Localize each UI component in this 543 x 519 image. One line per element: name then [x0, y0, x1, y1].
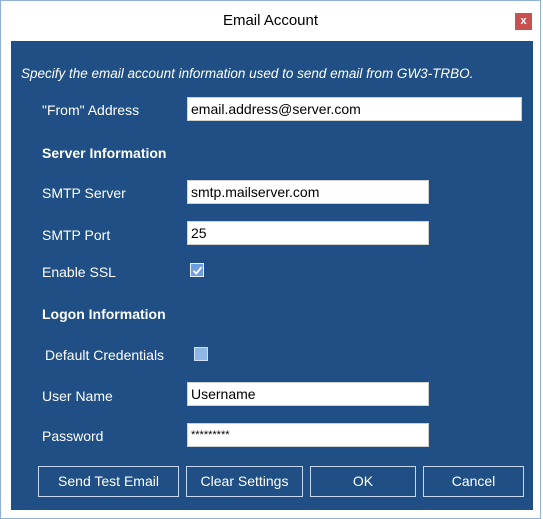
title-bar[interactable]: Email Account x: [1, 1, 540, 38]
logon-information-heading: Logon Information: [42, 306, 166, 322]
checkmark-icon: [192, 266, 203, 275]
smtp-server-label: SMTP Server: [42, 185, 126, 201]
password-label: Password: [42, 428, 104, 444]
from-address-input[interactable]: [187, 97, 522, 121]
password-input[interactable]: [187, 423, 429, 447]
server-information-heading: Server Information: [42, 145, 167, 161]
user-name-input[interactable]: [187, 382, 429, 406]
send-test-email-button[interactable]: Send Test Email: [38, 466, 179, 497]
window-title: Email Account: [222, 12, 319, 29]
from-address-label: "From" Address: [42, 102, 140, 118]
clear-settings-button[interactable]: Clear Settings: [186, 466, 303, 497]
description-text: Specify the email account information us…: [21, 66, 474, 81]
close-button[interactable]: x: [515, 13, 532, 30]
ok-button[interactable]: OK: [310, 466, 416, 497]
smtp-server-input[interactable]: [187, 180, 429, 204]
default-credentials-label: Default Credentials: [45, 347, 165, 363]
cancel-button[interactable]: Cancel: [423, 466, 524, 497]
user-name-label: User Name: [42, 388, 113, 404]
enable-ssl-checkbox[interactable]: [190, 263, 204, 277]
smtp-port-input[interactable]: [187, 221, 429, 245]
enable-ssl-label: Enable SSL: [42, 264, 116, 280]
default-credentials-checkbox[interactable]: [194, 347, 208, 361]
smtp-port-label: SMTP Port: [42, 227, 111, 243]
